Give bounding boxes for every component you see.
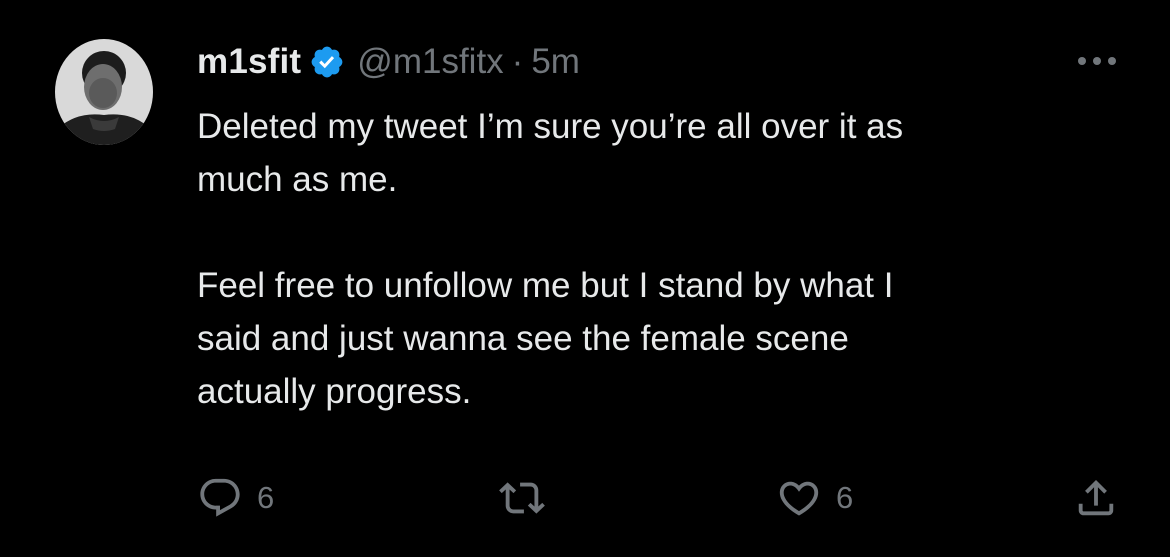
like-button[interactable]: 6 xyxy=(776,470,853,526)
more-horizontal-icon[interactable] xyxy=(1074,48,1120,74)
tweet[interactable]: m1sfit @m1sfitx · 5m Deleted my tweet I’… xyxy=(0,0,1170,557)
tweet-text: Deleted my tweet I’m sure you’re all ove… xyxy=(197,100,1097,418)
tweet-text-line: Deleted my tweet I’m sure you’re all ove… xyxy=(197,107,904,146)
retweet-button[interactable] xyxy=(496,470,548,526)
avatar[interactable] xyxy=(55,39,153,145)
handle[interactable]: @m1sfitx xyxy=(357,42,503,82)
timestamp[interactable]: 5m xyxy=(531,42,580,82)
action-bar: 6 6 xyxy=(0,470,1170,530)
retweet-icon xyxy=(496,475,548,521)
separator-dot: · xyxy=(511,42,524,81)
reply-count: 6 xyxy=(257,480,275,515)
reply-button[interactable]: 6 xyxy=(197,470,274,526)
tweet-text-line: said and just wanna see the female scene xyxy=(197,319,849,358)
display-name[interactable]: m1sfit xyxy=(197,42,301,82)
reply-icon xyxy=(197,475,243,521)
verified-badge-icon xyxy=(309,44,345,80)
like-count: 6 xyxy=(836,480,854,515)
tweet-header: m1sfit @m1sfitx · 5m xyxy=(197,37,580,87)
avatar-image xyxy=(55,39,153,145)
tweet-text-line: Feel free to unfollow me but I stand by … xyxy=(197,266,894,305)
tweet-text-line: much as me. xyxy=(197,160,398,199)
share-button[interactable] xyxy=(1073,470,1119,526)
heart-icon xyxy=(776,475,822,521)
tweet-text-line: actually progress. xyxy=(197,372,472,411)
share-icon xyxy=(1073,475,1119,521)
